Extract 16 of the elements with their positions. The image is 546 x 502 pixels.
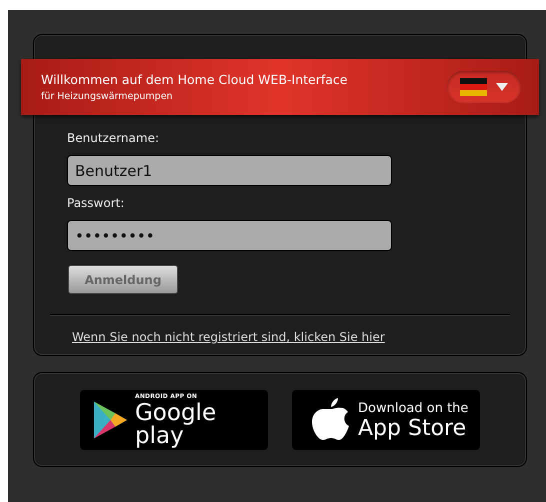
play-triangle-icon [94,401,127,439]
badge-store-name: App Store [358,418,468,440]
register-link[interactable]: Wenn Sie noch nicht registriert sind, klicken Sie hier [72,330,385,344]
flag-icon [460,78,487,96]
username-field[interactable]: Benutzer1 [67,155,392,186]
field-label: Benutzername: [67,131,160,145]
password-field[interactable]: ••••••••• [67,220,392,251]
language-selector[interactable] [447,71,521,103]
badge-store-name: Google play [134,402,218,448]
banner-subtitle: für Heizungswärmepumpen [41,91,174,102]
caret-icon [496,83,508,91]
banner-title: Willkommen auf dem Home Cloud WEB-Interface [41,72,348,87]
badge-caption: Download on the [358,400,468,416]
app-store-badge[interactable]: Download on the App Store [292,390,480,450]
field-label: Passwort: [67,196,126,210]
apple-icon [312,398,350,442]
